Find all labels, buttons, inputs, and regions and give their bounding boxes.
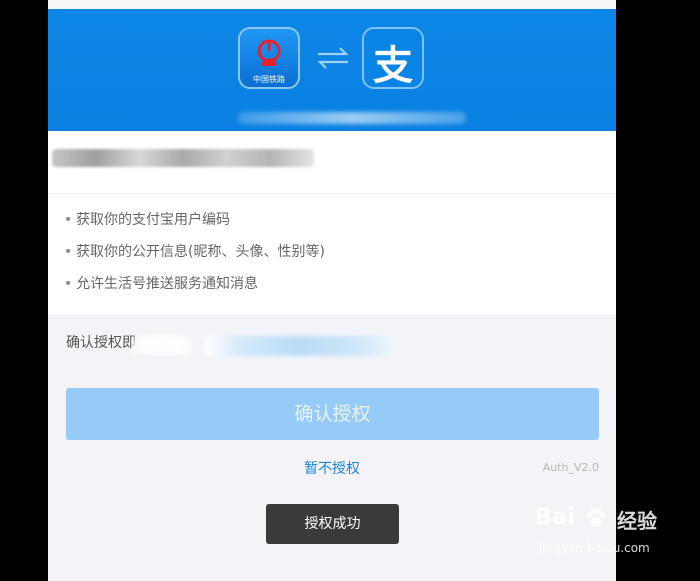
decline-authorize-link[interactable]: 暂不授权 [48, 458, 616, 478]
permission-text: 允许生活号推送服务通知消息 [76, 276, 258, 292]
permission-panel: • 获取你的支付宝用户编码 • 获取你的公开信息(昵称、头像、性别等) • 允许生活号… [48, 131, 616, 314]
bullet-icon: • [64, 212, 73, 228]
baidu-jingyan-watermark: Bai 经验 jingyan.baidu.com [535, 505, 675, 565]
bullet-icon: • [64, 276, 73, 292]
auth-header: 中国铁路 支 [48, 9, 616, 131]
paw-icon [586, 508, 606, 527]
version-label: Auth_V2.0 [542, 461, 599, 474]
permission-item: • 获取你的公开信息(昵称、头像、性别等) [64, 238, 325, 270]
status-strip [48, 0, 616, 9]
china-railway-app-icon: 中国铁路 [238, 27, 300, 89]
confirm-authorize-button[interactable]: 确认授权 [66, 388, 599, 440]
blurred-app-name [238, 112, 466, 124]
blurred-description [52, 149, 314, 167]
railway-app-label: 中国铁路 [253, 75, 285, 84]
auth-screen: 中国铁路 支 • 获取你的支付宝用户编码 • 获取你的公开信息(昵称、头像、性别等)… [48, 0, 616, 581]
blurred-agreement-text [132, 334, 192, 356]
bullet-icon: • [64, 244, 73, 260]
permission-text: 获取你的支付宝用户编码 [76, 212, 230, 228]
blurred-agreement-link[interactable] [204, 336, 394, 356]
watermark-jingyan: 经验 [617, 509, 657, 533]
alipay-app-icon: 支 [362, 27, 424, 89]
watermark-brand: Bai [535, 505, 576, 530]
panel-divider [48, 193, 616, 194]
alipay-logo-char: 支 [373, 43, 413, 89]
permission-list: • 获取你的支付宝用户编码 • 获取你的公开信息(昵称、头像、性别等) • 允许生活号… [64, 206, 325, 302]
success-toast: 授权成功 [266, 504, 399, 544]
exchange-arrows-icon [317, 47, 349, 69]
agreement-text: 确认授权即 [66, 335, 136, 351]
watermark-domain: jingyan.baidu.com [539, 541, 650, 555]
permission-item: • 获取你的支付宝用户编码 [64, 206, 325, 238]
permission-text: 获取你的公开信息(昵称、头像、性别等) [76, 244, 325, 260]
permission-item: • 允许生活号推送服务通知消息 [64, 270, 325, 302]
railway-logo-icon [257, 39, 281, 66]
